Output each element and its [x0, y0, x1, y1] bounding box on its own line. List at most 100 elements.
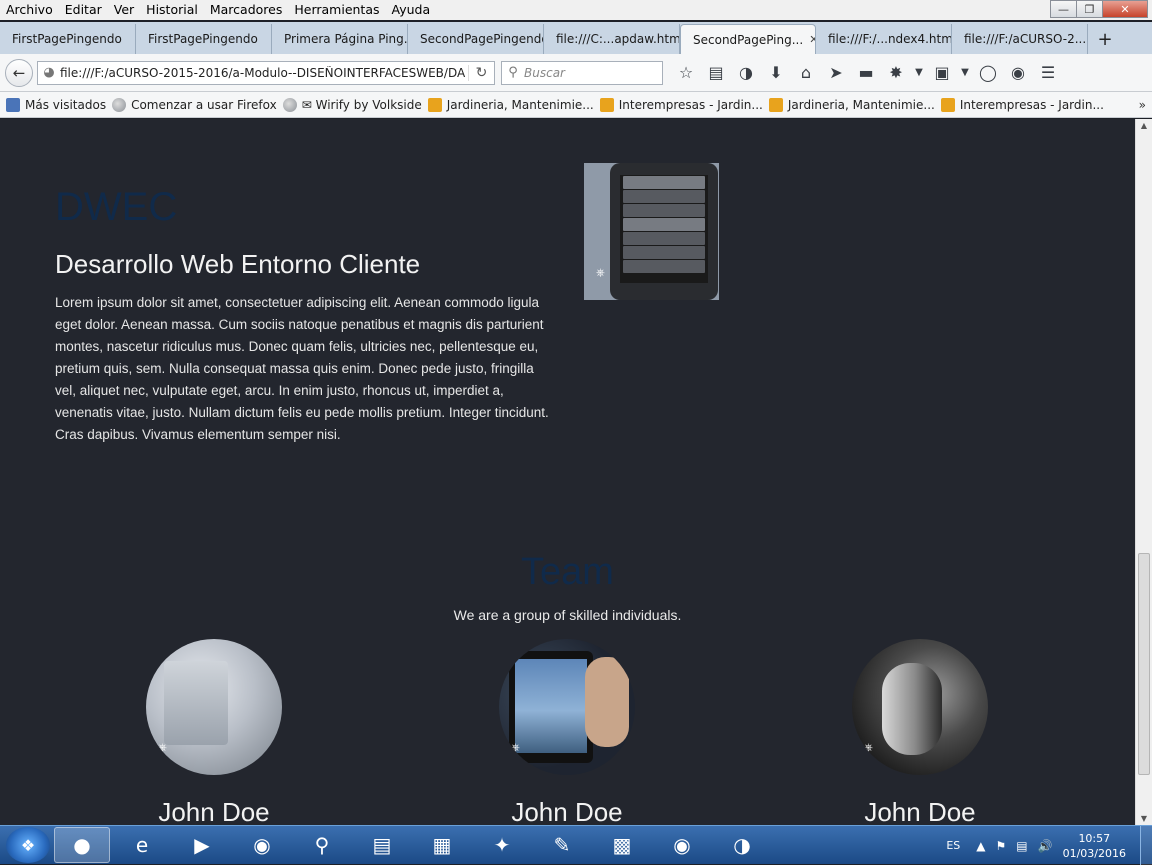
bookmark-item[interactable]: Interempresas - Jardin... [599, 97, 763, 112]
clock-date: 01/03/2016 [1062, 846, 1126, 860]
control-panel-icon: ▩ [612, 833, 632, 857]
nav-bar: ← ◕ file:///F:/aCURSO-2015-2016/a-Modulo… [0, 54, 1152, 92]
taskbar-graphics-app[interactable]: ✦ [474, 827, 530, 863]
menu-ver[interactable]: Ver [108, 0, 140, 20]
more-bookmarks-chevron-icon[interactable]: » [1139, 98, 1146, 112]
portrait-illustration [164, 661, 228, 745]
code-icon[interactable]: ▣ [927, 59, 957, 87]
scrollbar-thumb[interactable] [1138, 553, 1150, 775]
avatar: ⎈ [146, 639, 282, 775]
notepad-icon: ✎ [553, 833, 571, 857]
bookmark-item[interactable]: Jardineria, Mantenimie... [768, 97, 935, 112]
taskbar-file-explorer[interactable]: ▤ [354, 827, 410, 863]
taskbar-firefox[interactable]: ● [54, 827, 110, 863]
show-hidden-icons-arrow-icon[interactable]: ▲ [976, 839, 985, 853]
taskbar-internet-explorer[interactable]: e [114, 827, 170, 863]
tab-5[interactable]: file:///C:...apdaw.html [544, 24, 680, 54]
taskbar-media-player[interactable]: ▶ [174, 827, 230, 863]
ruler-icon[interactable]: ▬ [851, 59, 881, 87]
firebug-icon[interactable]: ✸ [881, 59, 911, 87]
dropdown-arrow-icon[interactable]: ▼ [911, 59, 927, 87]
bookmarks-bar: Más visitados Comenzar a usar Firefox ✉ … [0, 92, 1152, 118]
taskbar-tool[interactable]: ⚲ [294, 827, 350, 863]
tab-close-icon[interactable]: ✕ [809, 33, 815, 46]
menu-archivo[interactable]: Archivo [0, 0, 59, 20]
internet-explorer-icon: e [135, 833, 149, 857]
bookmark-item[interactable]: Interempresas - Jardin... [940, 97, 1104, 112]
hamburger-menu-icon[interactable]: ☰ [1033, 59, 1063, 87]
page-content: DWEC Desarrollo Web Entorno Cliente Lore… [0, 119, 1135, 825]
tab-bar: FirstPagePingendo FirstPagePingendo Prim… [0, 22, 1152, 54]
tab-label: file:///F:/...ndex4.html [828, 32, 952, 46]
avatar: ⎈ [499, 639, 635, 775]
chat-bubble-icon[interactable]: ◯ [973, 59, 1003, 87]
image-edit-icon: ⎈ [864, 741, 873, 754]
scroll-down-arrow-icon[interactable]: ▼ [1136, 814, 1152, 823]
vertical-scrollbar[interactable]: ▲ ▼ [1135, 119, 1152, 825]
action-center-flag-icon[interactable]: ⚑ [996, 839, 1007, 853]
taskbar-chrome-2[interactable]: ◉ [654, 827, 710, 863]
tab-6-active[interactable]: SecondPagePing... ✕ [680, 24, 816, 54]
close-window-button[interactable]: ✕ [1102, 0, 1148, 18]
download-icon[interactable]: ⬇ [761, 59, 791, 87]
phone-screen [620, 175, 708, 283]
search-bar[interactable]: ⚲ Buscar [501, 60, 663, 85]
network-icon[interactable]: ▤ [1016, 839, 1027, 853]
rss-feed-icon [768, 97, 783, 112]
image-edit-icon: ⎈ [596, 266, 605, 279]
bookmark-label: Interempresas - Jardin... [618, 97, 763, 112]
pocket-icon[interactable]: ◑ [731, 59, 761, 87]
scroll-up-arrow-icon[interactable]: ▲ [1136, 121, 1152, 130]
taskbar-chrome[interactable]: ◉ [234, 827, 290, 863]
face-illustration [882, 663, 942, 755]
search-placeholder: Buscar [524, 65, 565, 80]
section-title: DWEC [55, 185, 178, 229]
new-tab-button[interactable]: + [1088, 24, 1122, 54]
menu-editar[interactable]: Editar [59, 0, 108, 20]
tab-2[interactable]: FirstPagePingendo [136, 24, 272, 54]
site-identity-icon[interactable]: ◕ [38, 65, 60, 80]
bookmark-item[interactable]: ✉ Wirify by Volkside [282, 97, 422, 112]
bookmark-label: Jardineria, Mantenimie... [787, 97, 935, 112]
menu-herramientas[interactable]: Herramientas [288, 0, 385, 20]
bookmark-item[interactable]: Comenzar a usar Firefox [112, 97, 277, 112]
show-desktop-button[interactable] [1140, 826, 1152, 865]
restore-button[interactable]: ❐ [1076, 0, 1103, 18]
taskbar-network-app[interactable]: ▦ [414, 827, 470, 863]
taskbar-notepad-app[interactable]: ✎ [534, 827, 590, 863]
globe-icon[interactable]: ◉ [1003, 59, 1033, 87]
reload-icon[interactable]: ↻ [468, 64, 494, 81]
menu-historial[interactable]: Historial [140, 0, 204, 20]
image-edit-icon: ⎈ [511, 741, 520, 754]
tab-1[interactable]: FirstPagePingendo [0, 24, 136, 54]
bookmark-item[interactable]: Jardineria, Mantenimie... [427, 97, 594, 112]
start-button[interactable]: ❖ [6, 827, 50, 863]
language-indicator[interactable]: ES [946, 839, 960, 852]
tab-8[interactable]: file:///F:/aCURSO-2... [952, 24, 1088, 54]
menu-ayuda[interactable]: Ayuda [386, 0, 437, 20]
reading-list-icon[interactable]: ▤ [701, 59, 731, 87]
dropdown-arrow-icon[interactable]: ▼ [957, 59, 973, 87]
taskbar-paint[interactable]: ◑ [714, 827, 770, 863]
search-icon: ⚲ [508, 65, 518, 80]
menu-marcadores[interactable]: Marcadores [204, 0, 289, 20]
tab-label: FirstPagePingendo [148, 32, 258, 46]
tab-3[interactable]: Primera Página Ping... [272, 24, 408, 54]
clock[interactable]: 10:57 01/03/2016 [1063, 831, 1126, 861]
section-subtitle: Desarrollo Web Entorno Cliente [55, 249, 421, 279]
send-icon[interactable]: ➤ [821, 59, 851, 87]
volume-icon[interactable]: 🔊 [1038, 839, 1053, 853]
tab-7[interactable]: file:///F:/...ndex4.html [816, 24, 952, 54]
back-button[interactable]: ← [5, 58, 33, 87]
bookmark-star-icon[interactable]: ☆ [671, 59, 701, 87]
team-member-card: ⎈ John Doe [800, 639, 1040, 825]
url-bar[interactable]: ◕ file:///F:/aCURSO-2015-2016/a-Modulo--… [37, 60, 495, 85]
taskbar-control-panel[interactable]: ▩ [594, 827, 650, 863]
url-text[interactable]: file:///F:/aCURSO-2015-2016/a-Modulo--DI… [60, 66, 468, 80]
home-icon[interactable]: ⌂ [791, 59, 821, 87]
tab-4[interactable]: SecondPagePingendo [408, 24, 544, 54]
bookmark-item[interactable]: Más visitados [6, 97, 107, 112]
minimize-button[interactable]: — [1050, 0, 1077, 18]
clock-time: 10:57 [1078, 831, 1111, 845]
bookmark-label: Más visitados [25, 97, 107, 112]
